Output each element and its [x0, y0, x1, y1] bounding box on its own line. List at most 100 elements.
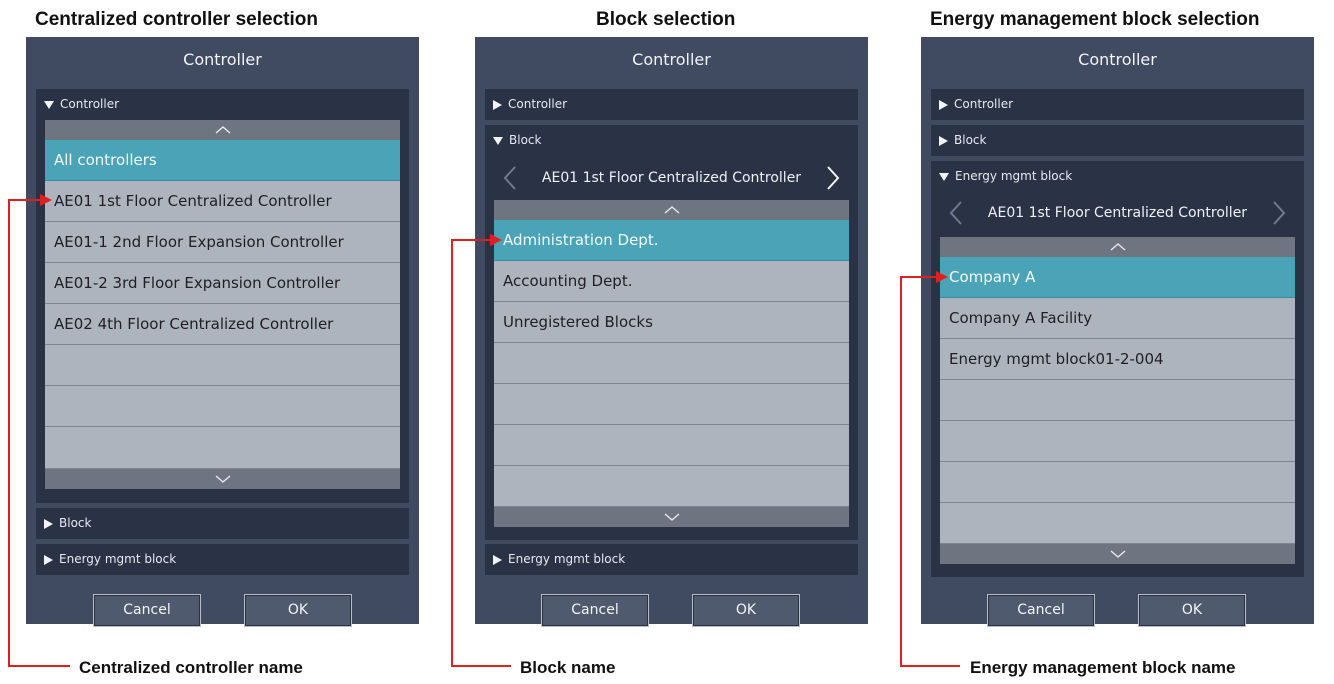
leader-line: [451, 665, 511, 667]
section-label: Block: [509, 133, 542, 147]
caption-block-selection: Block selection: [596, 9, 736, 30]
controller-section-header[interactable]: Controller: [931, 89, 1304, 120]
chevron-up-icon: [1110, 243, 1125, 251]
list-item-empty: [494, 425, 849, 466]
cancel-button[interactable]: Cancel: [93, 594, 201, 627]
list-item-empty: [45, 427, 400, 469]
caption-energy-management-block-selection: Energy management block selection: [930, 9, 1260, 30]
section-label: Energy mgmt block: [508, 552, 626, 566]
cancel-button[interactable]: Cancel: [987, 594, 1095, 627]
controller-navigator: AE01 1st Floor Centralized Controller: [931, 195, 1304, 231]
leader-line: [8, 665, 70, 667]
current-controller-name: AE01 1st Floor Centralized Controller: [987, 205, 1248, 221]
leader-line: [900, 277, 902, 666]
controller-section: Controller All controllers AE01 1st Floo…: [36, 89, 409, 503]
list-item-empty: [494, 466, 849, 507]
list-item-empty: [940, 421, 1295, 462]
list-item[interactable]: AE02 4th Floor Centralized Controller: [45, 304, 400, 345]
scroll-down-button[interactable]: [940, 544, 1295, 564]
leader-line: [451, 239, 492, 241]
list-item-empty: [940, 380, 1295, 421]
controller-dialog-3: Controller Controller Block Energy mgmt …: [921, 37, 1314, 627]
triangle-right-icon: [493, 554, 502, 565]
ok-button[interactable]: OK: [244, 594, 352, 627]
block-section: Block AE01 1st Floor Centralized Control…: [485, 125, 858, 540]
list-item[interactable]: AE01-2 3rd Floor Expansion Controller: [45, 263, 400, 304]
dialog-title: Controller: [183, 50, 262, 69]
callout-centralized-controller-name: Centralized controller name: [79, 658, 303, 677]
ok-button[interactable]: OK: [692, 594, 800, 627]
list-item[interactable]: AE01 1st Floor Centralized Controller: [45, 181, 400, 222]
list-item[interactable]: Accounting Dept.: [494, 261, 849, 302]
controller-list: All controllers AE01 1st Floor Centraliz…: [45, 120, 400, 489]
controller-section[interactable]: Controller: [931, 89, 1304, 120]
block-section[interactable]: Block: [931, 125, 1304, 156]
leader-line: [8, 200, 10, 666]
energy-mgmt-block-list: Company A Company A Facility Energy mgmt…: [940, 237, 1295, 564]
list-item-empty: [494, 343, 849, 384]
arrowhead-icon: [936, 271, 948, 283]
controller-section-header[interactable]: Controller: [36, 89, 409, 120]
scroll-down-button[interactable]: [494, 507, 849, 527]
triangle-down-icon: [493, 136, 503, 145]
controller-section-header[interactable]: Controller: [485, 89, 858, 120]
controller-navigator: AE01 1st Floor Centralized Controller: [485, 160, 858, 196]
section-label: Block: [59, 516, 92, 530]
dialog-title: Controller: [1078, 50, 1157, 69]
list-item-empty: [940, 503, 1295, 544]
list-item[interactable]: Unregistered Blocks: [494, 302, 849, 343]
scroll-up-button[interactable]: [940, 237, 1295, 257]
chevron-up-icon: [664, 206, 679, 214]
current-controller-name: AE01 1st Floor Centralized Controller: [541, 170, 802, 186]
block-section-header[interactable]: Block: [485, 125, 858, 156]
dialog-title: Controller: [632, 50, 711, 69]
leader-line: [900, 665, 960, 667]
list-item[interactable]: Company A Facility: [940, 298, 1295, 339]
callout-block-name: Block name: [520, 658, 616, 677]
controller-section[interactable]: Controller: [485, 89, 858, 120]
cancel-button[interactable]: Cancel: [541, 594, 649, 627]
chevron-right-icon[interactable]: [826, 166, 840, 190]
energy-mgmt-block-section-header[interactable]: Energy mgmt block: [36, 544, 409, 575]
energy-mgmt-block-section[interactable]: Energy mgmt block: [36, 544, 409, 575]
block-section[interactable]: Block: [36, 508, 409, 539]
section-label: Energy mgmt block: [955, 169, 1073, 183]
caption-centralized-controller-selection: Centralized controller selection: [35, 9, 318, 30]
section-label: Controller: [60, 97, 120, 111]
list-item[interactable]: Administration Dept.: [494, 220, 849, 261]
energy-mgmt-block-section-header[interactable]: Energy mgmt block: [931, 161, 1304, 192]
block-section-header[interactable]: Block: [931, 125, 1304, 156]
list-item-empty: [940, 462, 1295, 503]
energy-mgmt-block-section: Energy mgmt block AE01 1st Floor Central…: [931, 161, 1304, 577]
list-item-empty: [45, 386, 400, 427]
ok-button[interactable]: OK: [1138, 594, 1246, 627]
list-item-empty: [494, 384, 849, 425]
chevron-down-icon: [215, 475, 230, 483]
list-item[interactable]: Energy mgmt block01-2-004: [940, 339, 1295, 380]
block-list: Administration Dept. Accounting Dept. Un…: [494, 200, 849, 527]
list-item[interactable]: AE01-1 2nd Floor Expansion Controller: [45, 222, 400, 263]
chevron-right-icon[interactable]: [1272, 201, 1286, 225]
energy-mgmt-block-section-header[interactable]: Energy mgmt block: [485, 544, 858, 575]
block-section-header[interactable]: Block: [36, 508, 409, 539]
section-label: Controller: [508, 97, 568, 111]
scroll-up-button[interactable]: [494, 200, 849, 220]
triangle-right-icon: [939, 99, 948, 110]
leader-line: [8, 199, 42, 201]
list-item-all-controllers[interactable]: All controllers: [45, 140, 400, 181]
scroll-up-button[interactable]: [45, 120, 400, 140]
callout-energy-management-block-name: Energy management block name: [970, 658, 1236, 677]
chevron-up-icon: [215, 126, 230, 134]
section-label: Controller: [954, 97, 1014, 111]
list-item[interactable]: Company A: [940, 257, 1295, 298]
section-label: Energy mgmt block: [59, 552, 177, 566]
scroll-down-button[interactable]: [45, 469, 400, 489]
arrowhead-icon: [490, 234, 502, 246]
arrowhead-icon: [40, 194, 52, 206]
leader-line: [900, 276, 938, 278]
section-label: Block: [954, 133, 987, 147]
controller-dialog-2: Controller Controller Block AE01 1st Flo…: [475, 37, 868, 627]
energy-mgmt-block-section[interactable]: Energy mgmt block: [485, 544, 858, 575]
chevron-down-icon: [1110, 550, 1125, 558]
triangle-down-icon: [939, 172, 949, 181]
